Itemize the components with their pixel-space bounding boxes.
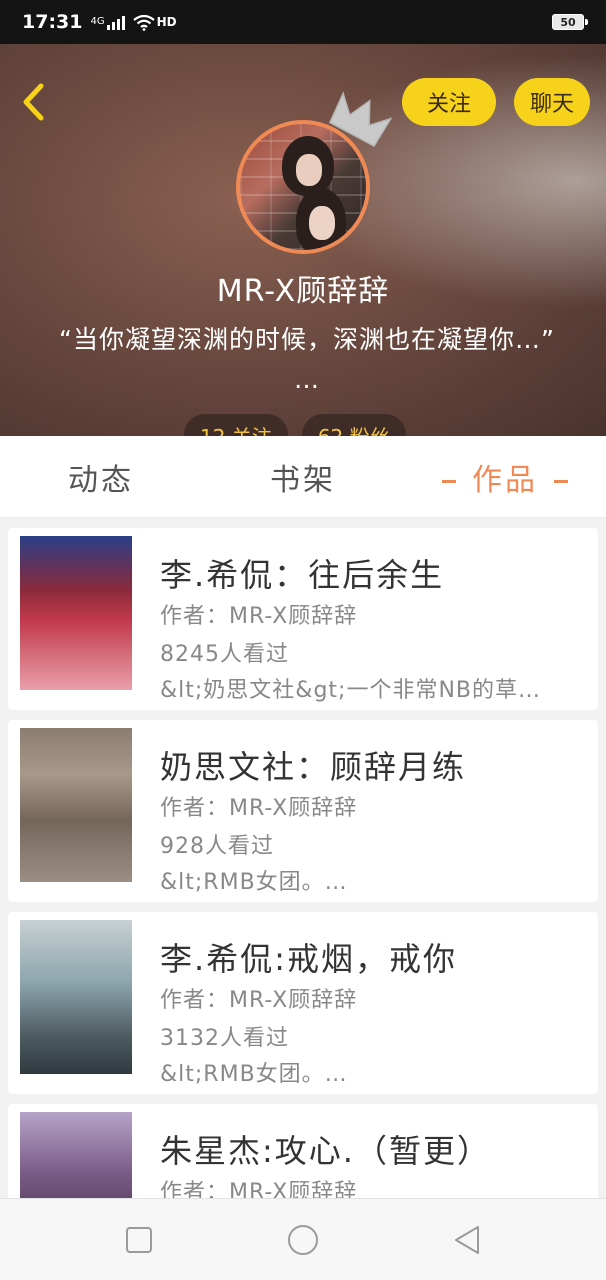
book-cover: [20, 536, 132, 690]
work-author: 作者：MR-X顾辞辞: [160, 604, 358, 629]
work-card[interactable]: 朱星杰:攻心.（暂更） 作者：MR-X顾辞辞: [8, 1104, 598, 1198]
fans-count[interactable]: 62 粉丝: [301, 414, 406, 436]
wifi-icon: [132, 14, 155, 31]
tab-moments[interactable]: 动态: [0, 455, 202, 499]
works-list: 李.希侃：往后余生 作者：MR-X顾辞辞 8245人看过 &lt;奶思文社&gt…: [0, 518, 606, 1198]
work-title: 李.希侃:戒烟，戒你: [160, 940, 457, 978]
work-views: 8245人看过: [160, 642, 289, 667]
profile-tabs: 动态 书架 作品: [0, 436, 606, 518]
work-card[interactable]: 李.希侃:戒烟，戒你 作者：MR-X顾辞辞 3132人看过 &lt;RMB女团。…: [8, 912, 598, 1094]
username: MR-X顾辞辞: [216, 274, 390, 309]
signal-icon: [106, 14, 125, 30]
triangle-back-icon: [455, 1226, 479, 1254]
tab-bookshelf[interactable]: 书架: [202, 455, 404, 499]
work-card[interactable]: 奶思文社：顾辞月练 作者：MR-X顾辞辞 928人看过 &lt;RMB女团。…: [8, 720, 598, 902]
work-views: 3132人看过: [160, 1026, 289, 1051]
chevron-left-icon: [23, 83, 44, 121]
crown-icon: [326, 90, 393, 152]
tab-indicator-right: [554, 479, 568, 483]
work-author: 作者：MR-X顾辞辞: [160, 1180, 358, 1198]
work-description: &lt;RMB女团。…: [160, 1062, 348, 1087]
status-bar: 17:31 4G HD 50: [0, 0, 606, 44]
work-title: 朱星杰:攻心.（暂更）: [160, 1132, 491, 1170]
work-description: &lt;RMB女团。…: [160, 870, 348, 895]
square-icon: [126, 1227, 152, 1253]
hd-indicator: HD: [156, 15, 177, 29]
work-views: 928人看过: [160, 834, 274, 859]
battery-icon: 50: [552, 14, 588, 30]
book-cover: [20, 920, 132, 1074]
back-button[interactable]: [14, 80, 54, 124]
work-description: &lt;奶思文社&gt;一个非常NB的草…: [160, 678, 542, 703]
system-nav-bar: [0, 1198, 606, 1280]
circle-icon: [288, 1225, 318, 1255]
book-cover: [20, 1112, 132, 1198]
work-author: 作者：MR-X顾辞辞: [160, 796, 358, 821]
bio-text: “当你凝望深渊的时候，深渊也在凝望你…” …: [59, 325, 555, 394]
work-author: 作者：MR-X顾辞辞: [160, 988, 358, 1013]
book-cover: [20, 728, 132, 882]
following-count[interactable]: 12 关注: [184, 414, 288, 436]
chat-button[interactable]: 聊天: [514, 78, 590, 126]
work-title: 奶思文社：顾辞月练: [160, 748, 467, 786]
work-card[interactable]: 李.希侃：往后余生 作者：MR-X顾辞辞 8245人看过 &lt;奶思文社&gt…: [8, 528, 598, 710]
work-title: 李.希侃：往后余生: [160, 556, 445, 594]
status-time: 17:31: [22, 11, 83, 33]
tab-works[interactable]: 作品: [404, 455, 606, 499]
profile-header: 关注 聊天 MR-X顾辞辞 “当你凝望深渊的时候，深渊也在凝望你…” … 12 …: [0, 44, 606, 436]
home-button[interactable]: [286, 1223, 320, 1257]
back-nav-button[interactable]: [450, 1223, 484, 1257]
tab-indicator-left: [442, 479, 456, 483]
stats-row: 12 关注 62 粉丝: [184, 414, 406, 436]
network-type: 4G: [90, 16, 105, 27]
tab-works-label: 作品: [472, 462, 538, 498]
follow-button[interactable]: 关注: [402, 78, 496, 126]
recent-apps-button[interactable]: [122, 1223, 156, 1257]
battery-level: 50: [560, 15, 576, 29]
